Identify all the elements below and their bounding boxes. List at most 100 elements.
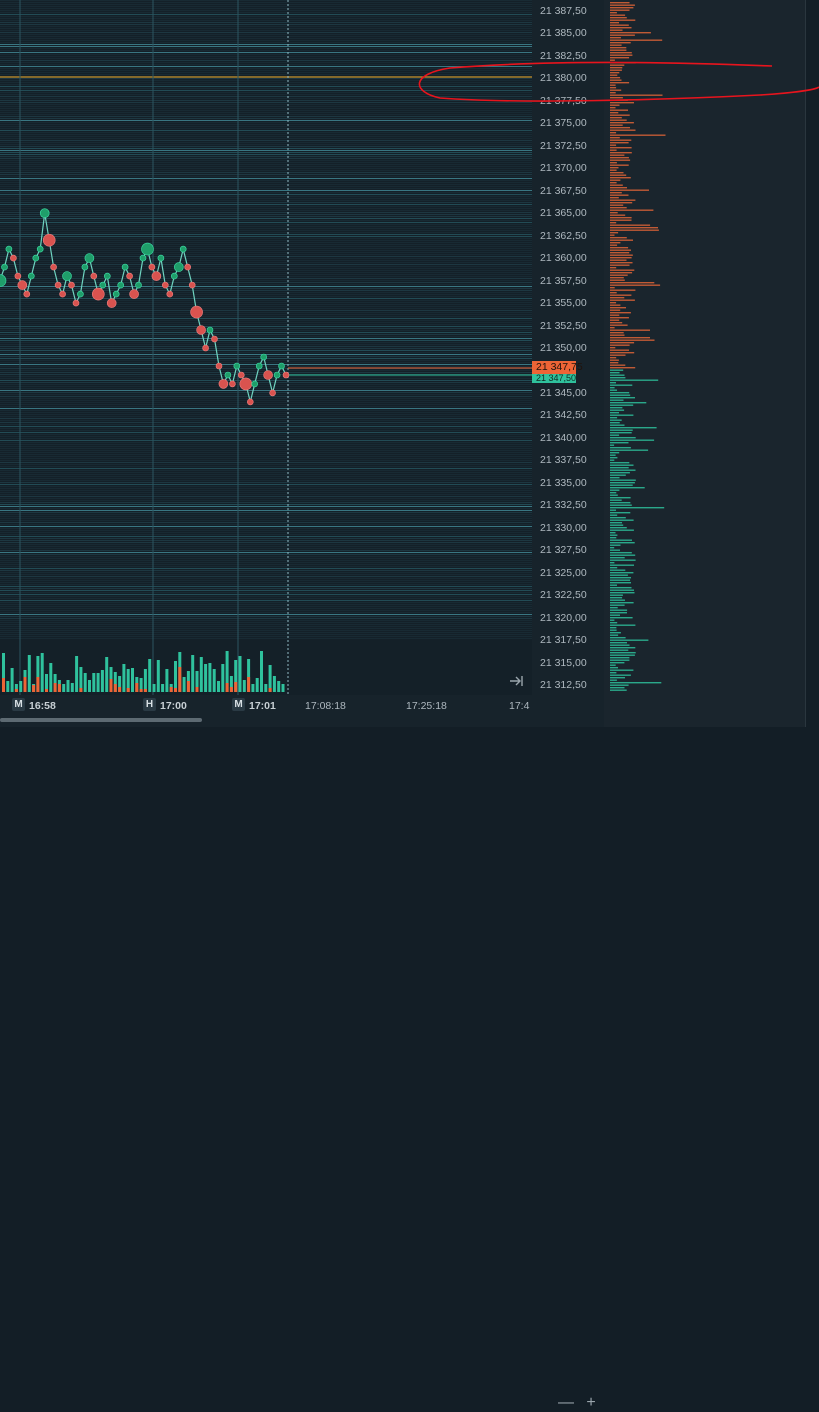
profile-bar <box>610 217 632 219</box>
trade-bubble <box>273 371 281 379</box>
chart-area[interactable] <box>0 0 532 695</box>
heatmap-level <box>0 262 532 263</box>
heatmap-level <box>0 78 532 79</box>
heatmap-level <box>0 130 532 131</box>
heatmap-level <box>0 426 532 427</box>
heatmap-level <box>0 204 532 205</box>
volume-bar-sell <box>195 687 199 692</box>
heatmap-level <box>0 300 532 301</box>
profile-bar <box>610 304 621 306</box>
profile-bar <box>610 407 623 409</box>
heatmap-level <box>0 562 532 563</box>
heatmap-level <box>0 570 532 571</box>
volume-bar <box>70 683 74 692</box>
heatmap-level <box>0 352 532 353</box>
profile-bar <box>610 14 626 16</box>
profile-bar <box>610 487 645 489</box>
volume-bar <box>174 661 177 692</box>
heatmap-level <box>0 84 532 85</box>
heatmap-level <box>0 62 532 63</box>
profile-bar <box>610 574 628 576</box>
heatmap-level <box>0 340 532 341</box>
heatmap-level <box>0 162 532 163</box>
heatmap-level <box>0 492 532 493</box>
heatmap-level <box>0 430 532 431</box>
heatmap-level <box>0 4 532 5</box>
profile-bar <box>610 312 631 314</box>
volume-bar-sell <box>36 677 40 692</box>
heatmap-level <box>0 218 532 219</box>
volume-bar <box>277 681 281 692</box>
profile-bar <box>610 464 634 466</box>
heatmap-level <box>0 462 532 463</box>
heatmap-level <box>0 622 532 623</box>
horizontal-scroll-handle[interactable] <box>0 718 202 722</box>
profile-bar <box>610 642 627 644</box>
profile-bar <box>610 254 633 256</box>
scroll-to-end-icon[interactable] <box>508 673 526 689</box>
period-badge-h: H <box>143 698 156 711</box>
trade-bubble <box>10 254 17 262</box>
heatmap-level <box>0 470 532 471</box>
price-axis[interactable]: 21 387,50 21 385,00 21 382,50 21 380,00 21 3… <box>532 0 604 695</box>
heatmap-level <box>0 82 532 83</box>
time-axis[interactable]: M 16:58 H 17:00 M 17:01 17:08:18 17:25:1… <box>0 695 604 1411</box>
heatmap-level <box>0 612 532 613</box>
volume-bar <box>204 664 208 692</box>
volume-bar <box>122 664 126 692</box>
trade-bubble <box>157 254 165 262</box>
heatmap-level <box>0 398 532 399</box>
time-label: 16:58 <box>29 700 56 712</box>
profile-bar <box>610 67 623 69</box>
price-tick-label: 21 345,00 <box>540 386 587 399</box>
heatmap-level <box>0 636 532 637</box>
heatmap-level <box>0 196 532 197</box>
profile-bar <box>610 232 619 234</box>
profile-bar <box>610 272 633 274</box>
heatmap-level <box>0 74 532 75</box>
volume-bar <box>238 656 242 692</box>
trade-bubble <box>238 371 245 379</box>
heatmap-level <box>0 38 532 39</box>
heatmap-level <box>0 282 532 283</box>
price-tick-label: 21 362,50 <box>540 229 587 242</box>
heatmap-level <box>0 446 532 447</box>
heatmap-level <box>0 318 532 319</box>
volume-bar-sell <box>53 683 57 692</box>
right-scrollbar[interactable] <box>805 0 819 727</box>
zoom-in-button[interactable]: + <box>582 1394 600 1412</box>
trade-bubble <box>50 263 57 271</box>
heatmap-level <box>0 500 532 501</box>
volume-bar-sell <box>23 677 27 692</box>
zoom-out-button[interactable]: — <box>557 1394 575 1412</box>
profile-bar <box>610 109 628 111</box>
profile-bar <box>610 137 620 139</box>
price-tick-label: 21 365,00 <box>540 207 587 220</box>
profile-bar <box>610 282 655 284</box>
price-tick-label: 21 317,50 <box>540 634 587 647</box>
profile-bar <box>610 189 649 191</box>
heatmap-level <box>0 502 532 503</box>
heatmap-level <box>0 406 532 407</box>
profile-bar <box>610 329 650 331</box>
profile-bar <box>610 52 632 54</box>
profile-bar <box>610 457 618 459</box>
last-price-tag: 21 347,75 <box>532 361 583 374</box>
trade-bubble <box>42 233 56 247</box>
volume-bar-sell <box>174 688 177 692</box>
trade-bubble <box>263 370 273 380</box>
volume-bar <box>105 657 109 692</box>
heatmap-level <box>0 2 532 3</box>
profile-bar <box>610 647 636 649</box>
volume-bar <box>260 651 263 692</box>
heatmap-level <box>0 632 532 633</box>
profile-bar <box>610 684 629 686</box>
trade-bubble <box>229 380 236 388</box>
price-tick-label: 21 360,00 <box>540 252 587 265</box>
profile-bar <box>610 352 635 354</box>
profile-bar <box>610 359 619 361</box>
heatmap-level <box>0 144 532 145</box>
profile-bar <box>610 599 625 601</box>
heatmap-level <box>0 504 532 505</box>
profile-bar <box>610 417 618 419</box>
